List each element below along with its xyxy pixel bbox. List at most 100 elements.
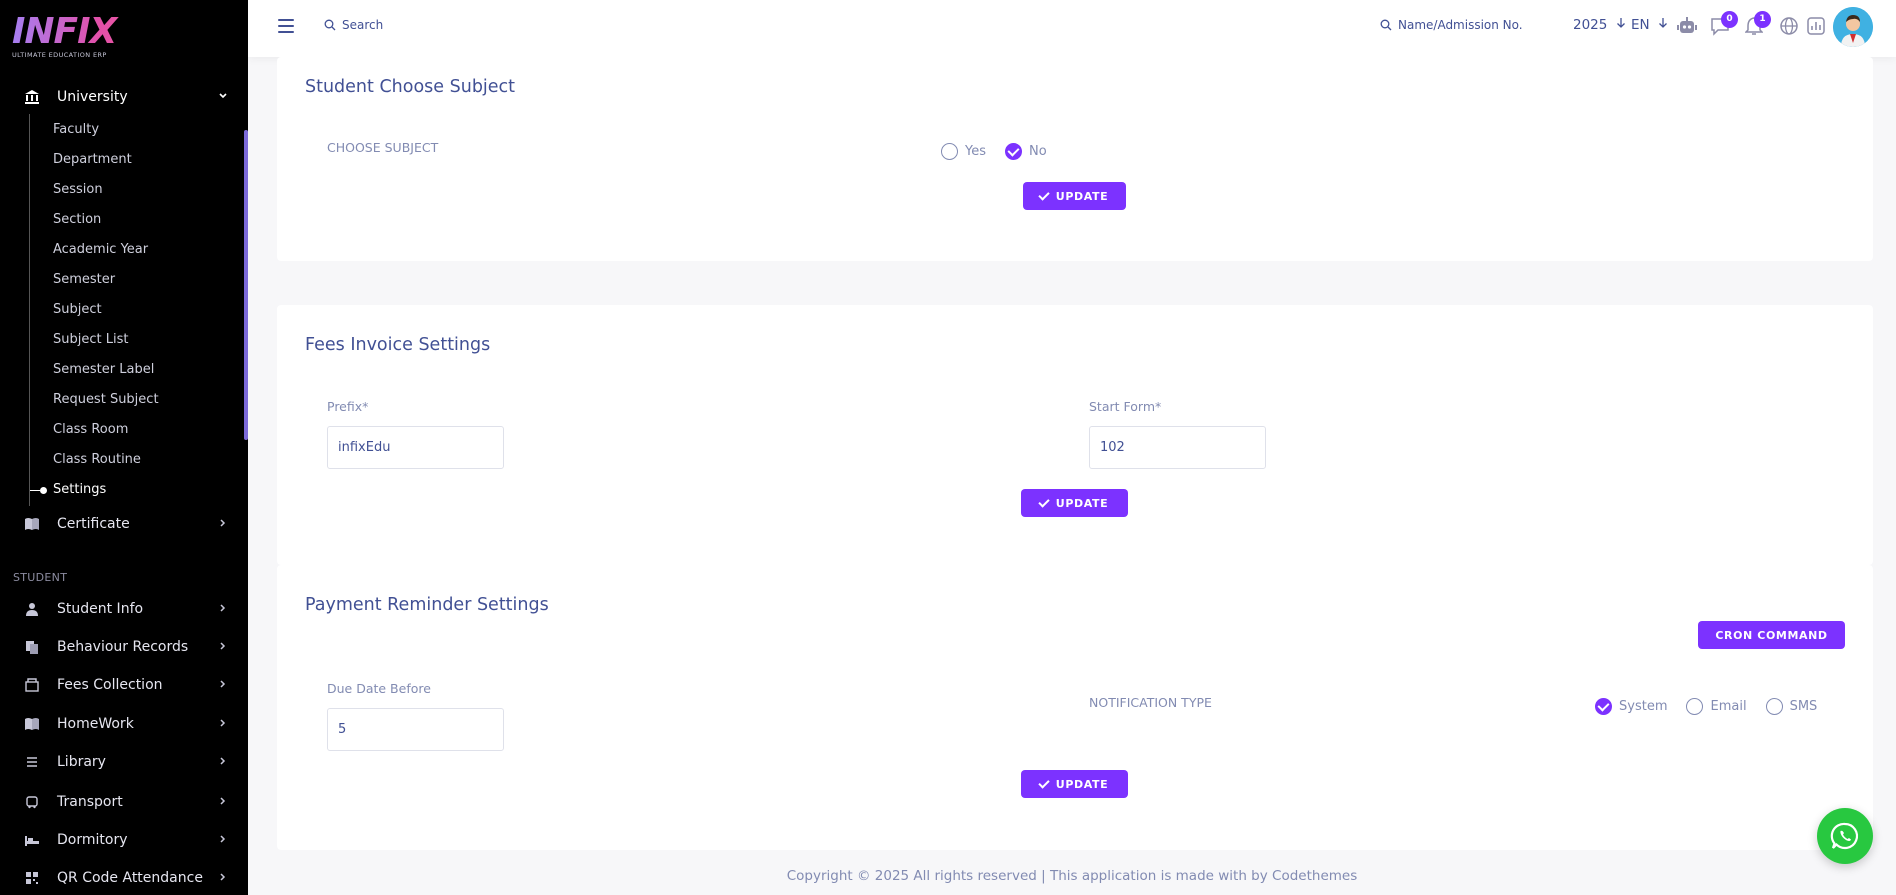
student-search-input[interactable]: Name/Admission No. (1380, 18, 1523, 32)
sidebar-item-label: QR Code Attendance (57, 870, 203, 886)
chevron-right-icon (218, 641, 228, 654)
sidebar: INFIX ULTIMATE EDUCATION ERP University … (0, 0, 248, 895)
sidebar-subitem-semester[interactable]: Semester (53, 271, 115, 289)
arrow-down-icon (1616, 18, 1625, 28)
radio-sms-label: SMS (1789, 699, 1818, 714)
sidebar-subitem-academic-year[interactable]: Academic Year (53, 241, 148, 259)
radio-email-label: Email (1710, 699, 1747, 714)
choose-subject-title: Student Choose Subject (305, 77, 516, 97)
university-icon (24, 89, 40, 105)
radio-yes[interactable]: Yes (941, 143, 986, 160)
sidebar-subitem-section[interactable]: Section (53, 211, 101, 229)
radio-yes-circle[interactable] (941, 143, 958, 160)
cron-command-label: CRON COMMAND (1715, 628, 1828, 642)
brand-logo[interactable]: INFIX ULTIMATE EDUCATION ERP (12, 14, 172, 62)
check-icon (1038, 495, 1050, 508)
footer-copyright: Copyright © 2025 All rights reserved | T… (786, 868, 1358, 884)
due-date-label: Due Date Before (327, 681, 431, 696)
sidebar-scrollbar[interactable] (244, 130, 248, 440)
search-icon (1380, 19, 1392, 31)
sidebar-subitem-class-routine[interactable]: Class Routine (53, 451, 141, 469)
certificate-icon (24, 516, 40, 532)
sidebar-item-university[interactable]: University (24, 84, 228, 110)
radio-no-circle[interactable] (1005, 143, 1022, 160)
radio-yes-label: Yes (965, 144, 986, 159)
sidebar-item-dormitory[interactable]: Dormitory (24, 827, 228, 853)
sidebar-item-student-info[interactable]: Student Info (24, 596, 228, 622)
sidebar-subitem-department[interactable]: Department (53, 151, 132, 169)
menu-toggle-icon[interactable] (278, 19, 294, 33)
radio-system[interactable]: System (1595, 698, 1667, 715)
choose-subject-radio-group: Yes No (941, 143, 1066, 160)
sidebar-subitem-subject[interactable]: Subject (53, 301, 102, 319)
chevron-down-icon (218, 91, 228, 104)
logo-wordmark: INFIX (12, 14, 172, 50)
bed-icon (24, 832, 40, 848)
sidebar-item-homework[interactable]: HomeWork (24, 711, 228, 737)
globe-icon[interactable] (1779, 16, 1799, 36)
cron-command-button[interactable]: CRON COMMAND (1698, 621, 1845, 649)
search-input[interactable]: Search (324, 18, 383, 32)
qr-icon (24, 870, 40, 886)
user-avatar[interactable] (1833, 7, 1873, 47)
chevron-right-icon (218, 834, 228, 847)
radio-email[interactable]: Email (1686, 698, 1747, 715)
student-search-placeholder: Name/Admission No. (1398, 18, 1523, 32)
sidebar-subitem-class-room[interactable]: Class Room (53, 421, 128, 439)
fees-icon (24, 677, 40, 693)
fees-invoice-update-button[interactable]: UPDATE (1021, 489, 1128, 517)
chevron-right-icon (218, 756, 228, 769)
sidebar-item-certificate[interactable]: Certificate (24, 511, 228, 537)
language-value: EN (1631, 17, 1650, 33)
check-icon (1038, 776, 1050, 789)
notification-type-radio-group: System Email SMS (1595, 698, 1836, 715)
sidebar-item-fees-collection[interactable]: Fees Collection (24, 672, 228, 698)
book-icon (24, 716, 40, 732)
update-label: UPDATE (1055, 189, 1109, 203)
bus-icon (24, 794, 40, 810)
active-indicator-line (30, 490, 40, 491)
choose-subject-update-button[interactable]: UPDATE (1023, 182, 1126, 210)
sidebar-section-student: STUDENT (13, 571, 68, 584)
radio-sms[interactable]: SMS (1765, 698, 1818, 715)
sidebar-item-library[interactable]: Library (24, 749, 228, 775)
sidebar-subitem-settings[interactable]: Settings (53, 481, 106, 499)
update-label: UPDATE (1055, 777, 1109, 791)
whatsapp-chat-button[interactable] (1817, 808, 1873, 864)
radio-sms-circle[interactable] (1765, 698, 1783, 715)
due-date-input[interactable]: 5 (327, 708, 504, 751)
sidebar-item-label: Student Info (57, 601, 144, 617)
chevron-right-icon (218, 796, 228, 809)
sidebar-item-label: HomeWork (57, 716, 134, 732)
radio-system-label: System (1619, 699, 1668, 714)
radio-system-circle[interactable] (1595, 698, 1612, 715)
payment-reminder-title: Payment Reminder Settings (305, 595, 549, 615)
sidebar-item-behaviour-records[interactable]: Behaviour Records (24, 634, 228, 660)
language-select[interactable]: EN (1631, 17, 1668, 33)
prefix-input[interactable]: infixEdu (327, 426, 504, 469)
sidebar-item-label: Dormitory (57, 832, 128, 848)
year-value: 2025 (1573, 17, 1608, 33)
start-form-input[interactable]: 102 (1089, 426, 1266, 469)
sidebar-item-transport[interactable]: Transport (24, 789, 228, 815)
sidebar-subitem-request-subject[interactable]: Request Subject (53, 391, 159, 409)
robot-icon[interactable] (1676, 16, 1697, 36)
radio-email-circle[interactable] (1686, 698, 1704, 715)
sidebar-item-label: Library (57, 754, 106, 770)
messages-badge: 0 (1721, 11, 1738, 28)
radio-no[interactable]: No (1005, 143, 1047, 160)
user-icon (24, 601, 40, 617)
chevron-right-icon (218, 518, 228, 531)
sidebar-subitem-semester-label[interactable]: Semester Label (53, 361, 154, 379)
notifications-badge: 1 (1754, 11, 1771, 28)
sidebar-item-qr-code-attendance[interactable]: QR Code Attendance (24, 865, 228, 891)
sidebar-subitem-faculty[interactable]: Faculty (53, 121, 99, 139)
sidebar-subitem-session[interactable]: Session (53, 181, 103, 199)
chevron-right-icon (218, 718, 228, 731)
year-select[interactable]: 2025 (1573, 17, 1626, 33)
fees-invoice-title: Fees Invoice Settings (305, 335, 491, 355)
payment-reminder-update-button[interactable]: UPDATE (1021, 770, 1128, 798)
chart-icon[interactable] (1806, 16, 1826, 36)
choose-subject-card: Student Choose Subject CHOOSE SUBJECT Ye… (277, 57, 1873, 261)
sidebar-subitem-subject-list[interactable]: Subject List (53, 331, 128, 349)
